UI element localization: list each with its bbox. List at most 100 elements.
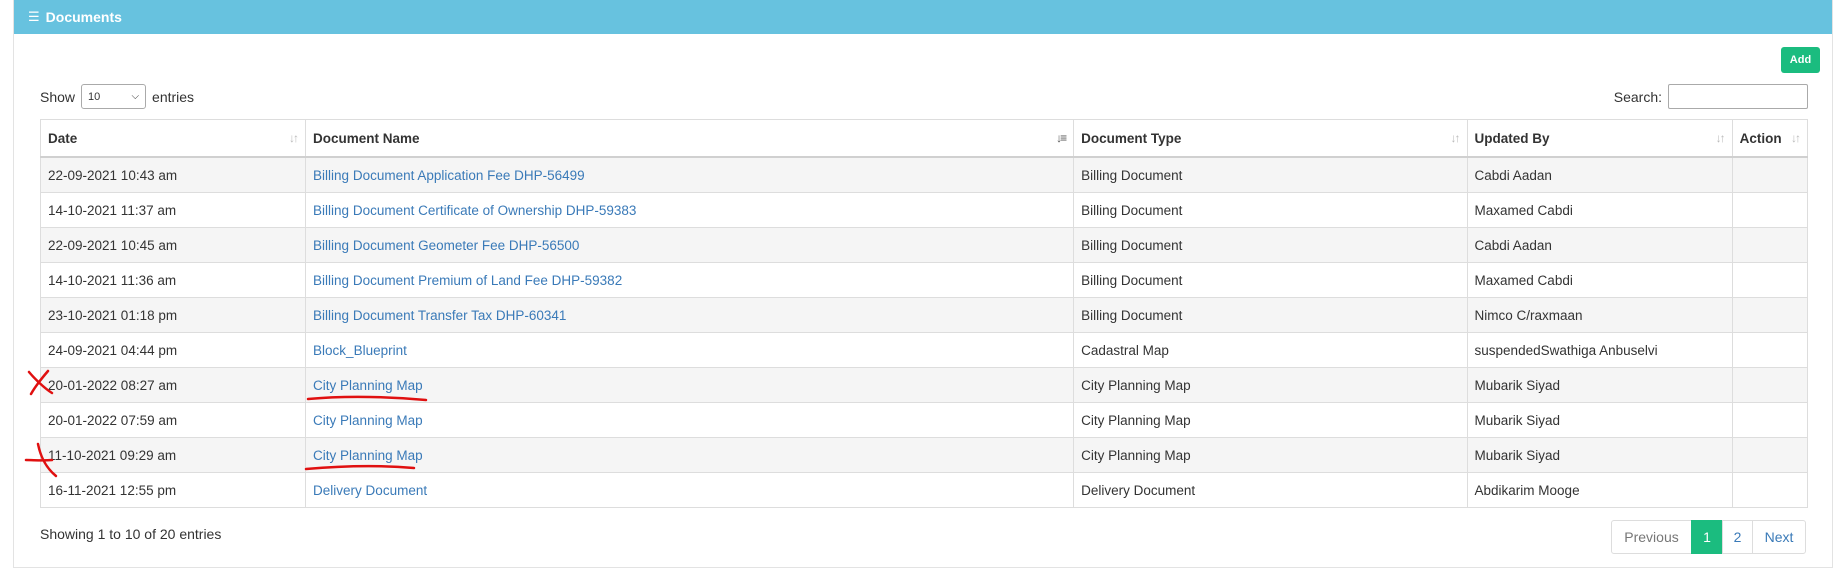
column-header-label: Updated By [1474, 130, 1550, 146]
list-icon: ☰ [28, 9, 40, 24]
document-link[interactable]: Billing Document Certificate of Ownershi… [313, 203, 636, 218]
updated-by-cell: Cabdi Aadan [1466, 156, 1733, 193]
add-button[interactable]: Add [1781, 47, 1820, 73]
document-type-cell: Cadastral Map [1073, 332, 1468, 368]
document-name-cell: City Planning Map [305, 437, 1075, 473]
sort-icon: ↓↑ [1791, 131, 1801, 145]
document-type-cell: Billing Document [1073, 297, 1468, 333]
document-link[interactable]: City Planning Map [313, 413, 423, 428]
document-link[interactable]: Block_Blueprint [313, 343, 407, 358]
column-header-label: Action [1739, 130, 1782, 146]
updated-by-cell: Maxamed Cabdi [1466, 262, 1733, 298]
action-cell [1731, 472, 1809, 508]
panel-title: Documents [45, 9, 122, 25]
document-type-cell: Billing Document [1073, 156, 1468, 193]
document-name-cell: Delivery Document [305, 472, 1075, 508]
search-label: Search: [1613, 88, 1662, 105]
entries-length-select[interactable]: 10 ⌵ [81, 84, 147, 109]
document-type-cell: Billing Document [1073, 227, 1468, 263]
sort-icon: ↓↑ [1450, 131, 1461, 145]
document-type-cell: Billing Document [1073, 262, 1468, 298]
document-link[interactable]: Billing Document Application Fee DHP-564… [313, 168, 585, 183]
length-control: Show 10 ⌵ entries [40, 84, 194, 109]
date-cell: 20-01-2022 07:59 am [39, 402, 307, 438]
entries-label: entries [152, 88, 195, 105]
pagination: Previous 1 2 Next [1611, 520, 1806, 554]
column-header-date[interactable]: Date ↓↑ [39, 119, 307, 158]
page-2-button[interactable]: 2 [1722, 520, 1753, 554]
document-type-cell: City Planning Map [1073, 367, 1468, 403]
date-cell: 22-09-2021 10:45 am [39, 227, 307, 263]
action-cell [1731, 227, 1809, 263]
document-link[interactable]: City Planning Map [313, 378, 423, 393]
date-cell: 22-09-2021 10:43 am [39, 156, 307, 193]
updated-by-cell: Nimco C/raxmaan [1466, 297, 1733, 333]
document-type-cell: City Planning Map [1073, 402, 1468, 438]
panel-heading: ☰ Documents [14, 0, 1832, 34]
table-row: 14-10-2021 11:37 am Billing Document Cer… [39, 192, 1809, 228]
updated-by-cell: Cabdi Aadan [1466, 227, 1733, 263]
updated-by-cell: Mubarik Siyad [1466, 402, 1733, 438]
document-link[interactable]: Billing Document Transfer Tax DHP-60341 [313, 308, 566, 323]
table-header-row: Date ↓↑ Document Name ↓≡ Document Type ↓↑ U… [39, 119, 1809, 158]
sort-icon: ↓↑ [1715, 131, 1726, 145]
action-cell [1731, 402, 1809, 438]
show-label: Show [40, 88, 76, 105]
document-link[interactable]: Billing Document Premium of Land Fee DHP… [313, 273, 622, 288]
column-header-label: Document Name [313, 130, 420, 146]
document-name-cell: Block_Blueprint [305, 332, 1075, 368]
search-input[interactable] [1668, 84, 1808, 109]
document-name-cell: Billing Document Transfer Tax DHP-60341 [305, 297, 1075, 333]
column-header-label: Date [48, 130, 78, 146]
document-type-cell: Billing Document [1073, 192, 1468, 228]
table-info: Showing 1 to 10 of 20 entries [40, 526, 222, 542]
document-link[interactable]: City Planning Map [313, 448, 423, 463]
updated-by-cell: suspendedSwathiga Anbuselvi [1466, 332, 1733, 368]
table-row: 22-09-2021 10:45 am Billing Document Geo… [39, 227, 1809, 263]
document-name-cell: Billing Document Premium of Land Fee DHP… [305, 262, 1075, 298]
next-page-button[interactable]: Next [1752, 520, 1806, 554]
table-row: 16-11-2021 12:55 pm Delivery Document De… [39, 472, 1809, 508]
previous-page-button[interactable]: Previous [1611, 520, 1692, 554]
table-row: 23-10-2021 01:18 pm Billing Document Tra… [39, 297, 1809, 333]
table-row: 24-09-2021 04:44 pm Block_Blueprint Cada… [39, 332, 1809, 368]
date-cell: 14-10-2021 11:37 am [39, 192, 307, 228]
document-name-cell: City Planning Map [305, 402, 1075, 438]
date-cell: 24-09-2021 04:44 pm [39, 332, 307, 368]
action-cell [1731, 332, 1809, 368]
entries-length-value: 10 [88, 90, 101, 103]
date-cell: 16-11-2021 12:55 pm [39, 472, 307, 508]
date-cell: 14-10-2021 11:36 am [39, 262, 307, 298]
document-name-cell: Billing Document Geometer Fee DHP-56500 [305, 227, 1075, 263]
action-cell [1731, 192, 1809, 228]
table-row: 11-10-2021 09:29 am City Planning Map Ci… [39, 437, 1809, 473]
table-row: 14-10-2021 11:36 am Billing Document Pre… [39, 262, 1809, 298]
column-header-action[interactable]: Action ↓↑ [1731, 119, 1809, 158]
date-cell: 11-10-2021 09:29 am [39, 437, 307, 473]
table-row: 20-01-2022 07:59 am City Planning Map Ci… [39, 402, 1809, 438]
chevron-down-icon: ⌵ [131, 91, 140, 102]
updated-by-cell: Mubarik Siyad [1466, 437, 1733, 473]
column-header-updated-by[interactable]: Updated By ↓↑ [1466, 119, 1733, 158]
sort-ascending-icon: ↓≡ [1056, 131, 1067, 145]
document-type-cell: City Planning Map [1073, 437, 1468, 473]
date-cell: 23-10-2021 01:18 pm [39, 297, 307, 333]
action-cell [1731, 297, 1809, 333]
action-cell [1731, 156, 1809, 193]
action-cell [1731, 367, 1809, 403]
column-header-document-name[interactable]: Document Name ↓≡ [305, 119, 1075, 158]
table-row: 20-01-2022 08:27 am City Planning Map Ci… [39, 367, 1809, 403]
page-1-button[interactable]: 1 [1691, 520, 1723, 554]
column-header-document-type[interactable]: Document Type ↓↑ [1073, 119, 1468, 158]
search-control: Search: [1614, 84, 1808, 109]
document-name-cell: Billing Document Certificate of Ownershi… [305, 192, 1075, 228]
updated-by-cell: Maxamed Cabdi [1466, 192, 1733, 228]
sort-icon: ↓↑ [289, 131, 299, 145]
document-link[interactable]: Billing Document Geometer Fee DHP-56500 [313, 238, 579, 253]
date-cell: 20-01-2022 08:27 am [39, 367, 307, 403]
action-cell [1731, 437, 1809, 473]
documents-table: Date ↓↑ Document Name ↓≡ Document Type ↓↑ U… [39, 119, 1809, 508]
document-link[interactable]: Delivery Document [313, 483, 427, 498]
updated-by-cell: Mubarik Siyad [1466, 367, 1733, 403]
document-name-cell: City Planning Map [305, 367, 1075, 403]
